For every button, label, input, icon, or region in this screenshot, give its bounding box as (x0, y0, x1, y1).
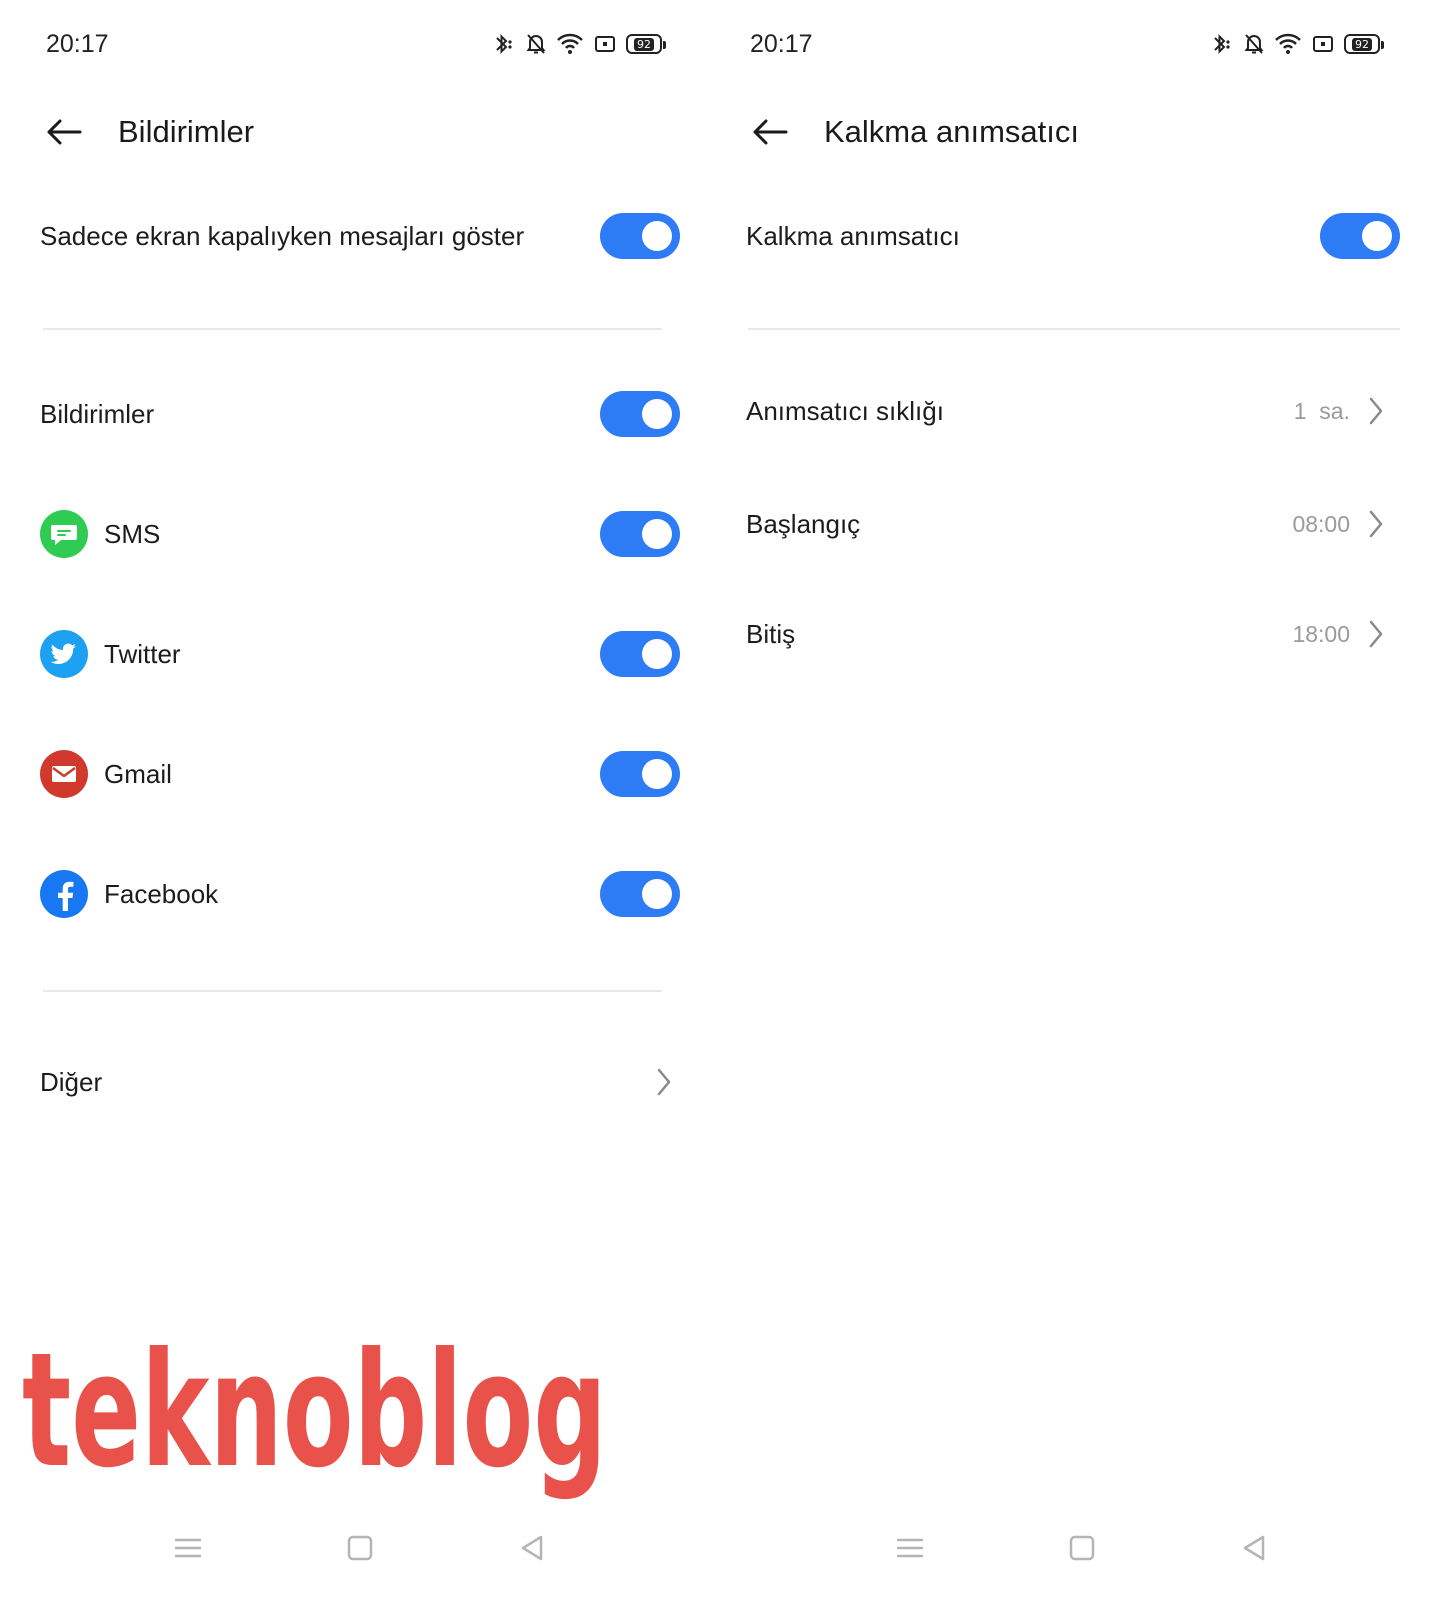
reminder-frequency-row[interactable]: Anımsatıcı sıklığı 1 sa. (746, 387, 1386, 435)
chevron-right-icon (1366, 509, 1386, 539)
back-button[interactable] (746, 108, 794, 156)
header: Bildirimler (40, 100, 680, 164)
end-time-row[interactable]: Bitiş 18:00 (746, 610, 1386, 658)
home-nav-button[interactable] (330, 1518, 390, 1578)
app-label-sms: SMS (104, 518, 161, 549)
start-time-value: 08:00 (1292, 510, 1350, 537)
status-bar: 20:17 92 (46, 26, 666, 62)
chevron-right-icon (654, 1067, 674, 1097)
toggle-knob (642, 399, 672, 429)
back-nav-button[interactable] (1224, 1518, 1284, 1578)
gmail-icon (40, 750, 88, 798)
sms-toggle[interactable] (600, 511, 680, 557)
navigation-bar (720, 1518, 1440, 1578)
other-row[interactable]: Diğer (40, 1058, 674, 1106)
toggle-knob (642, 221, 672, 251)
bell-muted-icon (1244, 33, 1264, 55)
app-row-facebook[interactable]: Facebook (40, 870, 680, 918)
battery-icon: 92 (626, 34, 666, 54)
back-nav-button[interactable] (502, 1518, 562, 1578)
status-icons: 92 (1210, 31, 1384, 57)
facebook-toggle[interactable] (600, 871, 680, 917)
divider (748, 328, 1400, 330)
wifi-icon (556, 33, 584, 55)
gmail-toggle[interactable] (600, 751, 680, 797)
triangle-back-icon (521, 1535, 543, 1561)
square-icon (1069, 1535, 1095, 1561)
app-label-twitter: Twitter (104, 638, 181, 669)
show-when-screen-off-label: Sadece ekran kapalıyken mesajları göster (40, 220, 525, 251)
standup-reminder-row[interactable]: Kalkma anımsatıcı (746, 212, 1400, 260)
nfc-icon (1312, 34, 1334, 54)
home-nav-button[interactable] (1052, 1518, 1112, 1578)
chevron-right-icon (1366, 619, 1386, 649)
watermark-logo: teknoblog (22, 1319, 622, 1520)
battery-level: 92 (1352, 37, 1372, 51)
facebook-icon (40, 870, 88, 918)
start-time-row[interactable]: Başlangıç 08:00 (746, 500, 1386, 548)
show-when-screen-off-toggle[interactable] (600, 213, 680, 259)
sms-icon (40, 510, 88, 558)
battery-level: 92 (634, 37, 654, 51)
toggle-knob (642, 879, 672, 909)
divider (43, 990, 662, 992)
standup-reminder-toggle[interactable] (1320, 213, 1400, 259)
standup-reminder-screen: 20:17 92 Kalkma anımsatıcı Kalkma anımsa… (720, 0, 1440, 1600)
standup-reminder-label: Kalkma anımsatıcı (746, 220, 960, 251)
bluetooth-icon (492, 33, 516, 55)
status-time: 20:17 (46, 30, 109, 58)
svg-text:teknoblog: teknoblog (22, 1340, 607, 1503)
other-label: Diğer (40, 1066, 103, 1097)
divider (43, 328, 662, 330)
twitter-icon (40, 630, 88, 678)
battery-icon: 92 (1344, 34, 1384, 54)
reminder-frequency-value: 1 sa. (1293, 397, 1350, 424)
menu-nav-button[interactable] (880, 1518, 940, 1578)
toggle-knob (642, 519, 672, 549)
notifications-row[interactable]: Bildirimler (40, 390, 680, 438)
app-row-gmail[interactable]: Gmail (40, 750, 680, 798)
notifications-toggle[interactable] (600, 391, 680, 437)
toggle-knob (642, 759, 672, 789)
arrow-left-icon (47, 119, 82, 145)
arrow-left-icon (753, 119, 788, 145)
notifications-label: Bildirimler (40, 398, 155, 429)
status-time: 20:17 (750, 30, 813, 58)
toggle-knob (1362, 221, 1392, 251)
wifi-icon (1274, 33, 1302, 55)
end-time-value: 18:00 (1292, 620, 1350, 647)
end-time-label: Bitiş (746, 618, 796, 649)
reminder-frequency-label: Anımsatıcı sıklığı (746, 395, 944, 426)
chevron-right-icon (1366, 396, 1386, 426)
bluetooth-icon (1210, 33, 1234, 55)
bell-muted-icon (526, 33, 546, 55)
menu-nav-button[interactable] (158, 1518, 218, 1578)
back-button[interactable] (40, 108, 88, 156)
twitter-toggle[interactable] (600, 631, 680, 677)
show-when-screen-off-row[interactable]: Sadece ekran kapalıyken mesajları göster (40, 212, 680, 260)
toggle-knob (642, 639, 672, 669)
triangle-back-icon (1243, 1535, 1265, 1561)
square-icon (347, 1535, 373, 1561)
page-title: Kalkma anımsatıcı (824, 114, 1079, 149)
nfc-icon (594, 34, 616, 54)
app-label-gmail: Gmail (104, 758, 172, 789)
header: Kalkma anımsatıcı (746, 100, 1400, 164)
navigation-bar (0, 1518, 720, 1578)
notifications-screen: 20:17 92 Bildirimler Sadece ekran kapalı… (0, 0, 720, 1600)
app-row-twitter[interactable]: Twitter (40, 630, 680, 678)
app-row-sms[interactable]: SMS (40, 510, 680, 558)
start-time-label: Başlangıç (746, 508, 861, 539)
menu-icon (174, 1538, 202, 1558)
app-label-facebook: Facebook (104, 878, 219, 909)
status-icons: 92 (492, 31, 666, 57)
menu-icon (896, 1538, 924, 1558)
page-title: Bildirimler (118, 114, 255, 149)
status-bar: 20:17 92 (750, 26, 1384, 62)
